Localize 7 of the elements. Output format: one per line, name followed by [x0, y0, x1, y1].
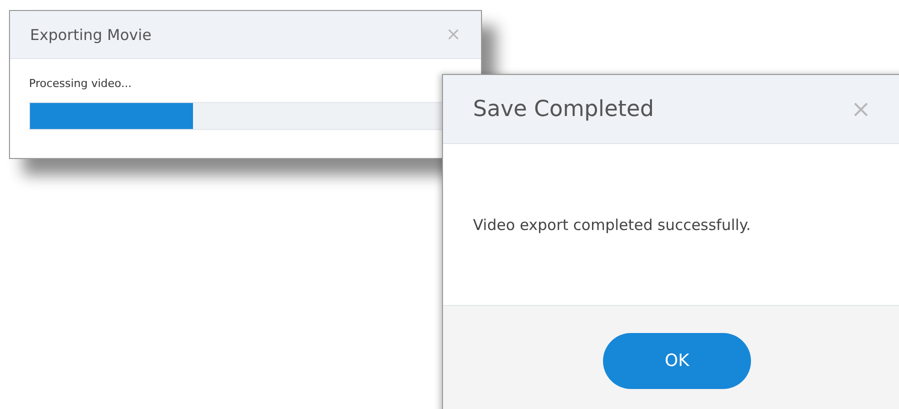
- message-text: Video export completed successfully.: [473, 216, 751, 234]
- close-button[interactable]: ×: [446, 26, 461, 44]
- status-text: Processing video...: [29, 77, 133, 90]
- close-button[interactable]: ×: [850, 97, 871, 121]
- dialog-title: Save Completed: [473, 96, 654, 122]
- dialog-title: Exporting Movie: [30, 26, 152, 44]
- ok-button[interactable]: OK: [603, 333, 751, 389]
